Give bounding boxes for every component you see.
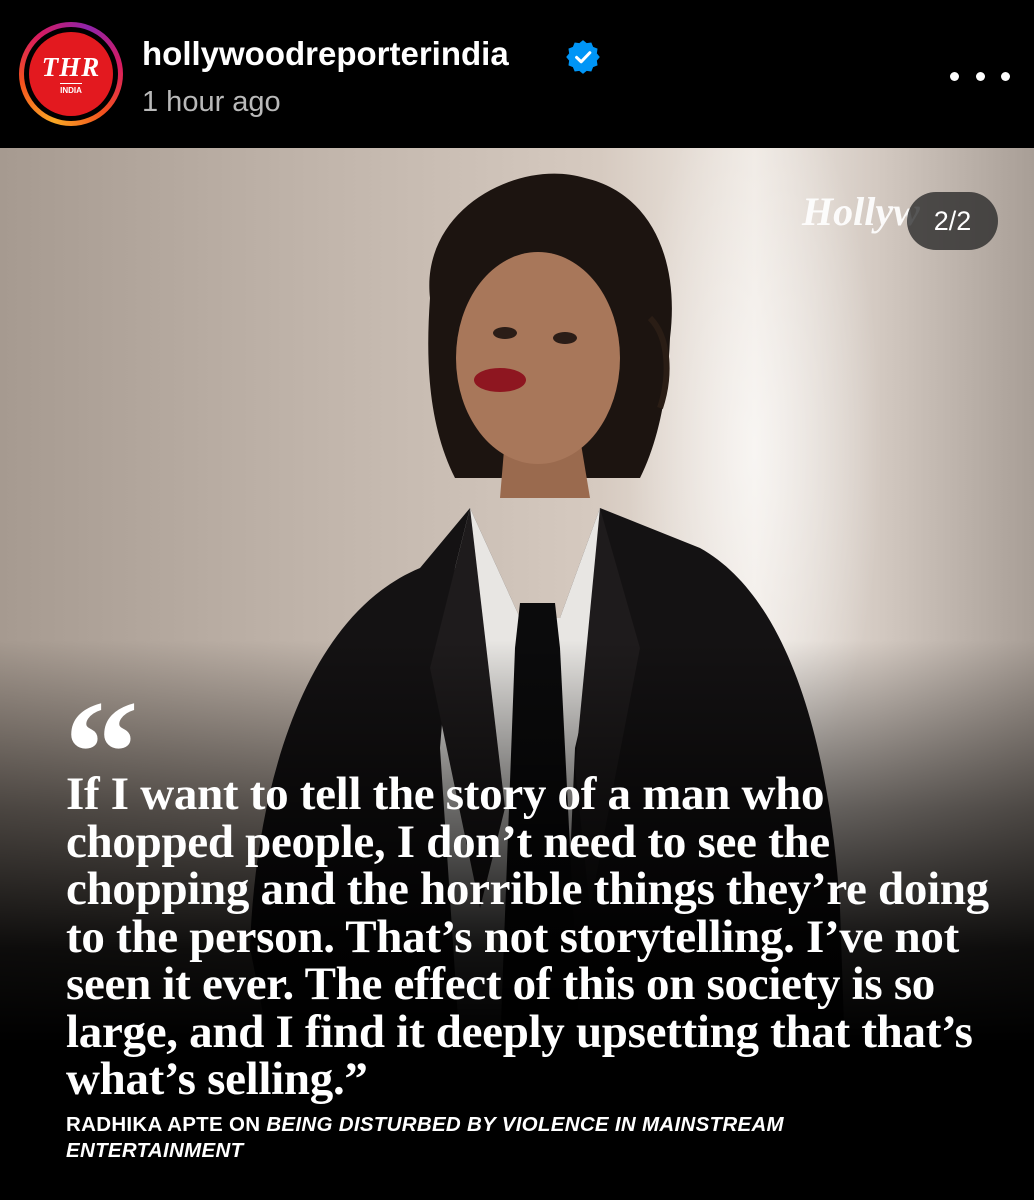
more-dot [975, 71, 985, 81]
post-timestamp: 1 hour ago [142, 86, 281, 118]
more-options-button[interactable] [950, 56, 1010, 96]
logo-subtext: INDIA [60, 82, 82, 95]
more-dot [1001, 71, 1010, 81]
post-header: THR INDIA hollywoodreporterindia 1 hour … [0, 0, 1034, 148]
avatar[interactable]: THR INDIA [24, 27, 118, 121]
quote-text: If I want to tell the story of a man who… [66, 768, 989, 1105]
thr-logo: THR INDIA [29, 32, 113, 116]
quote-attribution: RADHIKA APTE ON BEING DISTURBED BY VIOLE… [66, 1112, 966, 1164]
more-horizontal-icon [950, 71, 959, 81]
username[interactable]: hollywoodreporterindia [142, 35, 509, 73]
attribution-name: RADHIKA APTE ON [66, 1113, 267, 1136]
story-ring[interactable]: THR INDIA [19, 22, 123, 126]
verified-badge-icon [566, 40, 600, 74]
logo-text: THR [41, 51, 101, 82]
post-image[interactable]: Hollyw 2/2 “ If I want to tell the story… [0, 148, 1034, 1200]
carousel-counter: 2/2 [907, 192, 998, 250]
magazine-watermark: Hollyw [802, 189, 920, 234]
